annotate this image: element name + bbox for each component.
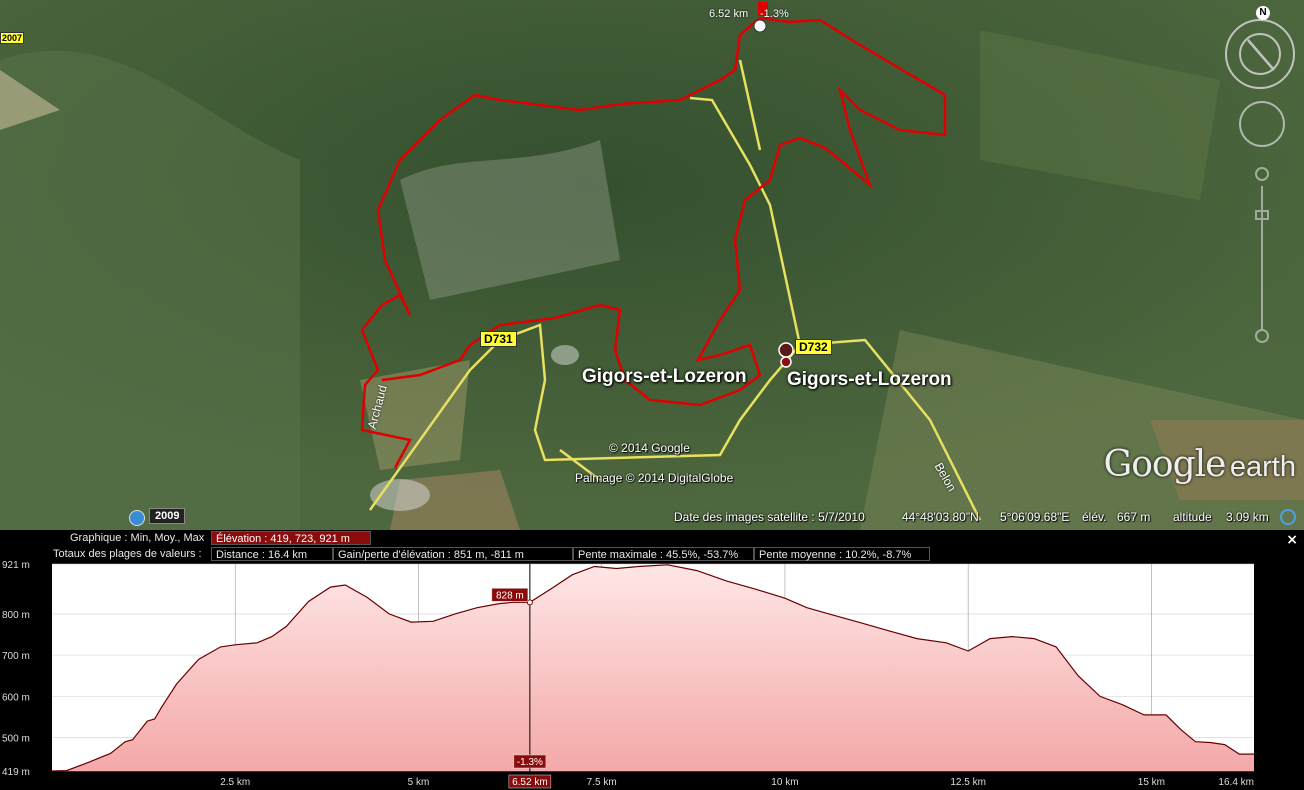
- google-earth-logo: Google earth: [1103, 444, 1296, 485]
- x-tick-label: 15 km: [1138, 777, 1165, 788]
- elevation-label: élév.: [1082, 510, 1107, 524]
- avg-slope-stat[interactable]: Pente moyenne : 10.2%, -8.7%: [754, 547, 930, 561]
- map-cursor-distance: 6.52 km: [709, 8, 749, 20]
- track-start-pin: [778, 342, 794, 368]
- search-icon[interactable]: [1280, 509, 1296, 525]
- compass-ring: [1225, 19, 1295, 89]
- elevation-stat[interactable]: Élévation : 419, 723, 921 m: [211, 531, 371, 545]
- totals-label: Totaux des plages de valeurs :: [53, 548, 202, 560]
- north-indicator[interactable]: N: [1256, 6, 1270, 20]
- latitude-readout: 44°48'03.80"N: [902, 510, 979, 524]
- road-label-d731[interactable]: D731: [480, 331, 517, 347]
- google-copyright: © 2014 Google: [609, 441, 690, 455]
- look-joystick: [1239, 101, 1285, 147]
- cursor-elevation-label: 828 m: [496, 590, 524, 601]
- y-tick-label: 600 m: [2, 692, 30, 703]
- gain-loss-stat[interactable]: Gain/perte d'élévation : 851 m, -811 m: [333, 547, 573, 561]
- elevation-chart[interactable]: 921 m 800 m 700 m 600 m 500 m 419 m 2.5 km 5 k…: [0, 560, 1304, 790]
- y-tick-label: 800 m: [2, 610, 30, 621]
- imagery-date: Date des images satellite : 5/7/2010: [674, 510, 865, 524]
- y-axis-ticks: 921 m 800 m 700 m 600 m 500 m 419 m: [2, 560, 30, 778]
- y-tick-label: 700 m: [2, 651, 30, 662]
- altitude-readout: 3.09 km: [1226, 510, 1269, 524]
- place-label-gigors-1[interactable]: Gigors-et-Lozeron: [582, 366, 747, 388]
- cursor-slope-label: -1.3%: [517, 757, 543, 768]
- longitude-readout: 5°06'09.68"E: [1000, 510, 1070, 524]
- graph-stats-row: Graphique : Min, Moy., Max Élévation : 4…: [0, 531, 1304, 546]
- x-tick-label: 12.5 km: [950, 777, 986, 788]
- road-label-left[interactable]: 2007: [0, 32, 25, 44]
- cursor-distance-label: 6.52 km: [512, 777, 548, 788]
- map-cursor-slope: -1.3%: [760, 8, 789, 20]
- x-tick-label: 7.5 km: [587, 777, 617, 788]
- x-tick-label: 2.5 km: [220, 777, 250, 788]
- road-label-d732[interactable]: D732: [795, 339, 832, 355]
- y-tick-label: 500 m: [2, 734, 30, 745]
- x-axis-ticks: 2.5 km 5 km 7.5 km 10 km 12.5 km 15 km 16.4 km: [220, 777, 1254, 788]
- logo-product: earth: [1229, 451, 1296, 483]
- status-bar: Date des images satellite : 5/7/2010 44°…: [0, 507, 1304, 529]
- map-view[interactable]: 6.52 km -1.3% D731 D732 2007 Gigors-et-L…: [0, 0, 1304, 530]
- elevation-profile-panel: × Graphique : Min, Moy., Max Élévation :…: [0, 530, 1304, 790]
- navigation-controls[interactable]: N: [1222, 6, 1300, 346]
- altitude-label: altitude: [1173, 510, 1212, 524]
- x-tick-label: 5 km: [408, 777, 430, 788]
- logo-brand: Google: [1103, 444, 1226, 485]
- zoom-slider: [1255, 167, 1269, 343]
- x-tick-label: 10 km: [771, 777, 798, 788]
- distance-stat[interactable]: Distance : 16.4 km: [211, 547, 333, 561]
- y-tick-label: 921 m: [2, 560, 30, 571]
- graph-label: Graphique : Min, Moy., Max: [70, 532, 205, 544]
- elevation-readout: 667 m: [1117, 510, 1151, 524]
- max-slope-stat[interactable]: Pente maximale : 45.5%, -53.7%: [573, 547, 754, 561]
- x-tick-label: 16.4 km: [1218, 777, 1254, 788]
- y-tick-label: 419 m: [2, 767, 30, 778]
- digitalglobe-copyright: Palmage © 2014 DigitalGlobe: [575, 471, 734, 485]
- place-label-gigors-2[interactable]: Gigors-et-Lozeron: [787, 369, 952, 391]
